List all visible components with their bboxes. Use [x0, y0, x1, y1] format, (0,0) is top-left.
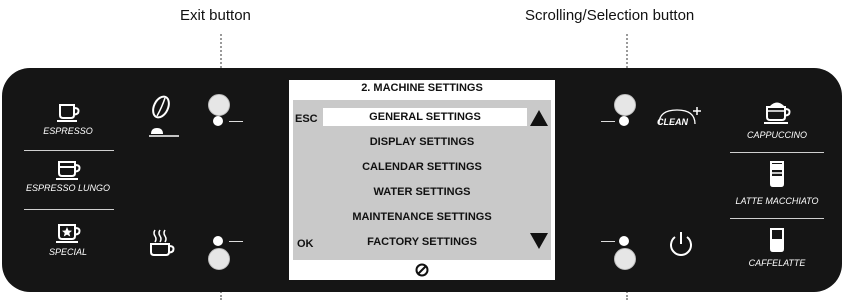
scroll-button-tick [601, 121, 615, 122]
scroll-down-arrow-icon [530, 233, 548, 249]
latte-glass-icon [770, 161, 784, 187]
display-footer [289, 263, 555, 282]
scroll-button-knob[interactable] [614, 94, 636, 116]
latte-macchiato-button[interactable]: LATTE MACCHIATO [735, 196, 818, 206]
clean-button[interactable]: CLEAN [655, 104, 709, 132]
scroll-button-led [619, 116, 629, 126]
display-screen: 2. MACHINE SETTINGS ESC OK GENERAL SETTI… [289, 80, 555, 280]
scroll-up-arrow-icon [530, 110, 548, 126]
menu-item-display-settings[interactable]: DISPLAY SETTINGS [293, 136, 551, 148]
display-menu-area: ESC OK GENERAL SETTINGS DISPLAY SETTINGS… [293, 100, 551, 260]
menu-item-water-settings[interactable]: WATER SETTINGS [293, 186, 551, 198]
ok-button-led [213, 236, 223, 246]
menu-item-maintenance-settings[interactable]: MAINTENANCE SETTINGS [293, 211, 551, 223]
display-title: 2. MACHINE SETTINGS [361, 82, 483, 94]
right-separator-1 [730, 152, 824, 153]
power-side-led [619, 236, 629, 246]
menu-item-general-settings[interactable]: GENERAL SETTINGS [323, 108, 527, 126]
bean-symbol-icon [415, 263, 429, 277]
espresso-button[interactable]: ESPRESSO [43, 126, 93, 136]
exit-button-tick [229, 121, 243, 122]
power-side-tick [601, 241, 615, 242]
power-side-knob[interactable] [614, 248, 636, 270]
exit-button-led [213, 116, 223, 126]
exit-button-callout: Exit button [180, 7, 251, 24]
ok-button-tick [229, 241, 243, 242]
menu-item-calendar-settings[interactable]: CALENDAR SETTINGS [293, 161, 551, 173]
ground-coffee-icon [149, 95, 179, 137]
right-separator-2 [730, 218, 824, 219]
espresso-lungo-button[interactable]: ESPRESSO LUNGO [26, 183, 110, 193]
left-separator-1 [24, 150, 114, 151]
special-star-cup-icon [56, 224, 81, 243]
espresso-cup-icon [57, 104, 80, 122]
cappuccino-cup-icon [764, 102, 791, 124]
caffelatte-glass-icon [770, 228, 784, 252]
ok-button-knob[interactable] [208, 248, 230, 270]
caffelatte-button[interactable]: CAFFELATTE [749, 258, 806, 268]
hot-water-icon [150, 229, 175, 256]
left-separator-2 [24, 209, 114, 210]
clean-label: CLEAN [657, 117, 688, 127]
exit-button-knob[interactable] [208, 94, 230, 116]
scroll-button-callout: Scrolling/Selection button [525, 7, 695, 24]
power-icon[interactable] [666, 229, 696, 259]
esc-label: ESC [295, 113, 318, 125]
lungo-cup-icon [56, 161, 81, 180]
cappuccino-button[interactable]: CAPPUCCINO [747, 130, 807, 140]
menu-item-factory-settings[interactable]: FACTORY SETTINGS [293, 236, 551, 248]
special-button[interactable]: SPECIAL [49, 247, 87, 257]
